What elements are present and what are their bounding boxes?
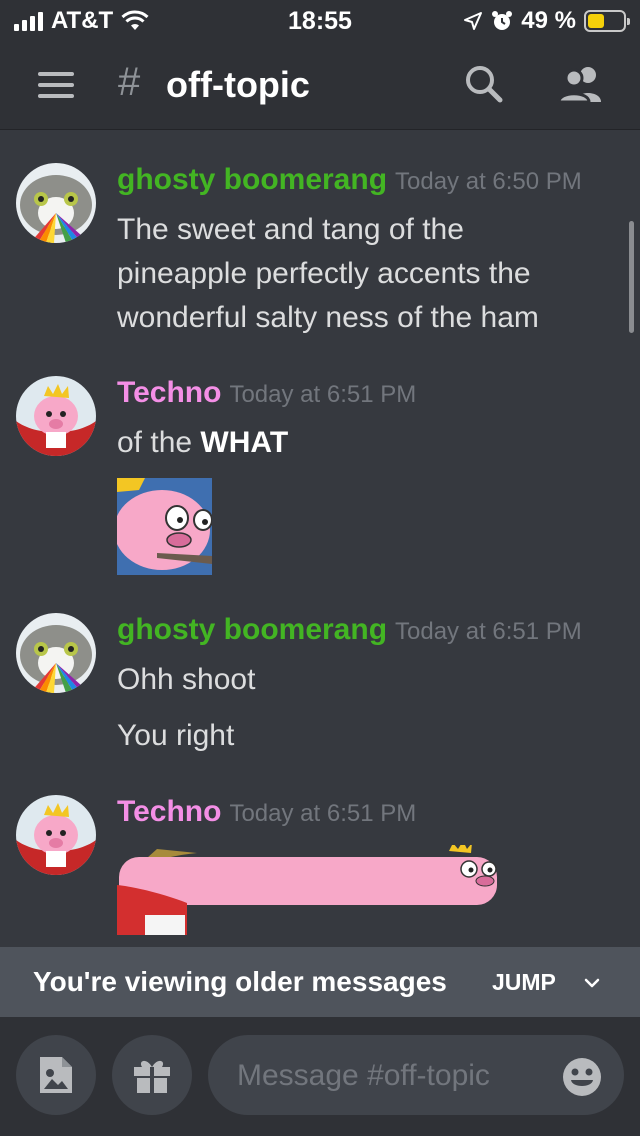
scrollbar[interactable] xyxy=(629,221,634,333)
message-text-plain: of the xyxy=(117,426,193,459)
search-icon[interactable] xyxy=(464,64,504,104)
pig-avatar[interactable] xyxy=(16,795,96,875)
message-text: The sweet and tang of the xyxy=(117,213,464,246)
message-text: You right xyxy=(117,719,235,752)
pig-avatar[interactable] xyxy=(16,376,96,456)
message-text: of the WHAT xyxy=(117,426,288,460)
older-messages-text: You're viewing older messages xyxy=(33,966,447,997)
message-text: Ohh shoot xyxy=(117,663,256,696)
timestamp: Today at 6:51 PM xyxy=(395,618,582,645)
chevron-down-icon[interactable] xyxy=(582,973,602,993)
gift-button[interactable] xyxy=(112,1035,192,1115)
alarm-icon xyxy=(492,11,513,30)
channel-title: off-topic xyxy=(166,64,310,105)
username[interactable]: Techno xyxy=(117,795,221,828)
location-arrow-icon xyxy=(464,12,483,30)
username[interactable]: ghosty boomerang xyxy=(117,163,387,196)
cat-avatar[interactable] xyxy=(16,163,96,243)
gift-icon xyxy=(134,1060,170,1093)
timestamp: Today at 6:51 PM xyxy=(229,381,417,408)
battery-icon xyxy=(584,10,630,32)
image-upload-button[interactable] xyxy=(16,1035,96,1115)
battery-percent: 49 % xyxy=(521,7,576,34)
message-text: pineapple perfectly accents the xyxy=(117,257,531,290)
channel-header: # off-topic xyxy=(0,40,640,130)
emoji-icon[interactable] xyxy=(562,1057,602,1097)
timestamp: Today at 6:50 PM xyxy=(395,168,582,195)
message-input-placeholder: Message #off-topic xyxy=(237,1059,490,1092)
hamburger-menu-icon[interactable] xyxy=(38,72,74,98)
username[interactable]: Techno xyxy=(117,376,221,409)
older-messages-bar: You're viewing older messages JUMP xyxy=(0,947,640,1017)
channel-hash-icon: # xyxy=(118,60,141,104)
jump-button[interactable]: JUMP xyxy=(492,969,556,996)
message-list[interactable]: ghosty boomerang Today at 6:50 PM The swe… xyxy=(0,131,640,947)
username[interactable]: ghosty boomerang xyxy=(117,613,387,646)
timestamp: Today at 6:51 PM xyxy=(229,800,417,827)
pig-emote-image[interactable] xyxy=(117,478,212,575)
message-composer: Message #off-topic xyxy=(0,1017,640,1136)
cat-avatar[interactable] xyxy=(16,613,96,693)
message-text-bold: WHAT xyxy=(200,426,289,459)
image-icon xyxy=(40,1057,72,1093)
status-bar: AT&T 18:55 49 % xyxy=(0,0,640,40)
message-text: wonderful salty ness of the ham xyxy=(117,301,539,334)
long-pig-image[interactable] xyxy=(117,845,502,935)
members-icon[interactable] xyxy=(556,64,606,104)
